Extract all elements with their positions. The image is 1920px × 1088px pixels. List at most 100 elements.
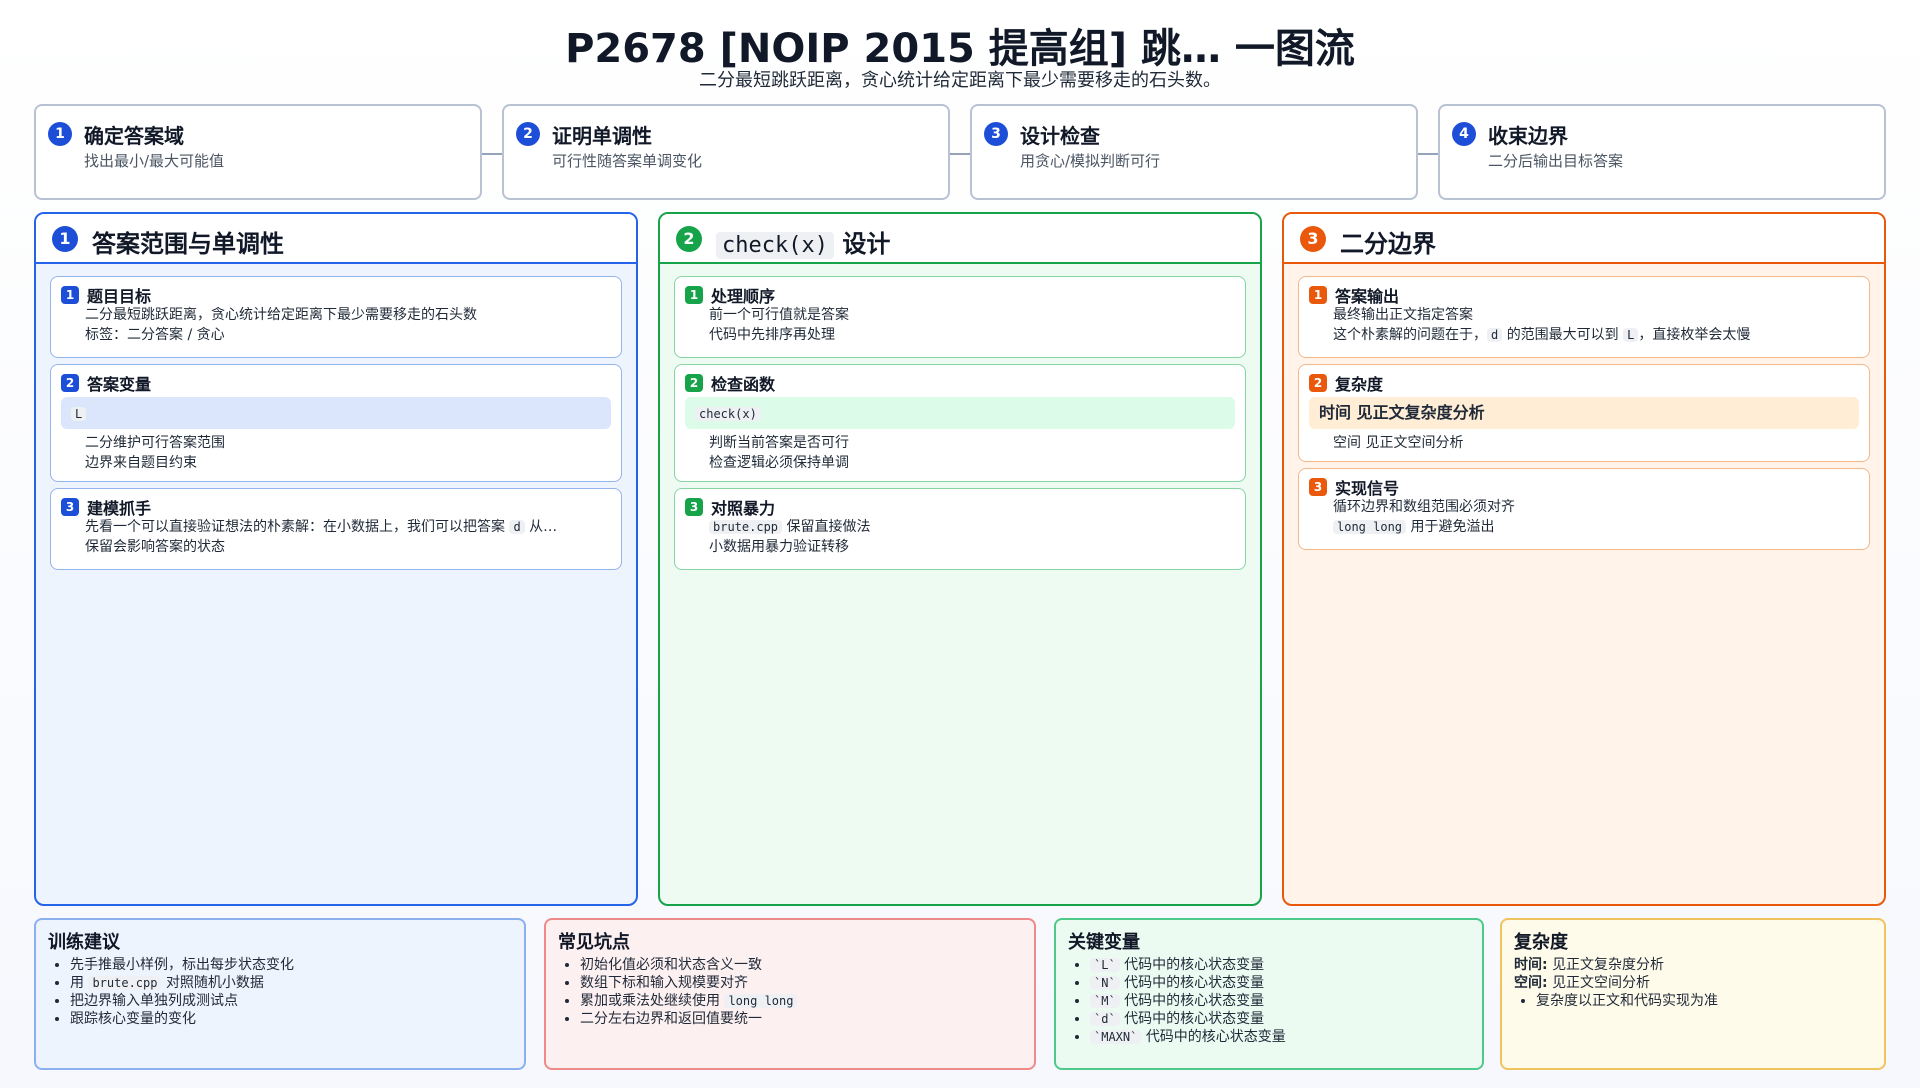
list-item: `M` 代码中的核心状态变量 (1090, 992, 1470, 1010)
card-title: 对照暴力 (711, 499, 776, 518)
list-item: 这个朴素解的问题在于，d 的范围最大可以到 L，直接枚举会太慢 (1333, 325, 1859, 345)
code-highlight: L (61, 397, 611, 429)
list-item: 标签：二分答案 / 贪心 (85, 325, 611, 345)
card-goal: 1 题目目标 二分最短跳跃距离，贪心统计给定距离下最少需要移走的石头数 标签：二分… (50, 276, 622, 358)
card-title: 复杂度 (1335, 375, 1384, 394)
code-snippet: `L` (1090, 958, 1120, 972)
card-order: 1 处理顺序 前一个可行值就是答案 代码中先排序再处理 (674, 276, 1246, 358)
step-card-2: 2 证明单调性 可行性随答案单调变化 (502, 104, 950, 200)
card-title: 建模抓手 (87, 499, 152, 518)
list-item: `d` 代码中的核心状态变量 (1090, 1010, 1470, 1028)
step-connector (950, 153, 970, 155)
panel-pitfalls: 常见坑点 初始化值必须和状态含义一致 数组下标和输入规模要对齐 累加或乘法处继续… (544, 918, 1036, 1070)
step-title: 确定答案域 (84, 124, 184, 148)
code-snippet: `M` (1090, 994, 1120, 1008)
code-snippet: check(x) (695, 407, 761, 421)
card-number-badge: 2 (685, 374, 703, 392)
code-snippet: L (71, 407, 87, 421)
code-snippet: brute.cpp (88, 976, 162, 990)
step-connector (482, 153, 502, 155)
step-number-badge: 2 (516, 122, 540, 146)
list-item: `MAXN` 代码中的核心状态变量 (1090, 1028, 1470, 1046)
list-item: 数组下标和输入规模要对齐 (580, 974, 1022, 992)
column-title: check(x) 设计 (716, 224, 890, 259)
card-title: 实现信号 (1335, 479, 1400, 498)
step-number-badge: 4 (1452, 122, 1476, 146)
code-snippet: d (1487, 328, 1503, 342)
column-title: 二分边界 (1340, 230, 1436, 258)
list-item: 代码中先排序再处理 (709, 325, 1235, 345)
card-number-badge: 3 (685, 498, 703, 516)
code-highlight: check(x) (685, 397, 1235, 429)
column-header: 2 check(x) 设计 (660, 214, 1260, 264)
card-number-badge: 1 (685, 286, 703, 304)
list-item: 小数据用暴力验证转移 (709, 537, 1235, 557)
card-answer-variable: 2 答案变量 L 二分维护可行答案范围 边界来自题目约束 (50, 364, 622, 482)
step-number-badge: 1 (48, 122, 72, 146)
panel-title: 常见坑点 (558, 932, 630, 953)
list-item: 跟踪核心变量的变化 (70, 1010, 512, 1028)
step-card-4: 4 收束边界 二分后输出目标答案 (1438, 104, 1886, 200)
card-number-badge: 3 (61, 498, 79, 516)
step-description: 用贪心/模拟判断可行 (1020, 152, 1161, 170)
column-number-badge: 3 (1300, 226, 1326, 252)
column-header: 1 答案范围与单调性 (36, 214, 636, 264)
code-snippet: long long (724, 994, 798, 1008)
panel-key-variables: 关键变量 `L` 代码中的核心状态变量 `N` 代码中的核心状态变量 `M` 代… (1054, 918, 1484, 1070)
list-item: 最终输出正文指定答案 (1333, 305, 1859, 325)
column-number-badge: 1 (52, 226, 78, 252)
card-title: 答案输出 (1335, 287, 1400, 306)
list-item: 复杂度以正文和代码实现为准 (1536, 992, 1872, 1010)
panel-title: 训练建议 (48, 932, 120, 953)
list-item: 用 brute.cpp 对照随机小数据 (70, 974, 512, 992)
list-item: `N` 代码中的核心状态变量 (1090, 974, 1470, 992)
card-number-badge: 2 (1309, 374, 1327, 392)
step-connector (1418, 153, 1438, 155)
card-title: 答案变量 (87, 375, 152, 394)
card-complexity: 2 复杂度 时间 见正文复杂度分析 空间 见正文空间分析 (1298, 364, 1870, 462)
panel-training-tips: 训练建议 先手推最小样例，标出每步状态变化 用 brute.cpp 对照随机小数… (34, 918, 526, 1070)
list-item: 累加或乘法处继续使用 long long (580, 992, 1022, 1010)
page-subtitle: 二分最短跳跃距离，贪心统计给定距离下最少需要移走的石头数。 (699, 70, 1221, 91)
code-snippet: L (1623, 328, 1639, 342)
card-brute-force: 3 对照暴力 brute.cpp 保留直接做法 小数据用暴力验证转移 (674, 488, 1246, 570)
list-item: 判断当前答案是否可行 (709, 433, 1235, 453)
list-item: 循环边界和数组范围必须对齐 (1333, 497, 1859, 517)
card-number-badge: 3 (1309, 478, 1327, 496)
code-snippet: brute.cpp (709, 520, 783, 534)
card-number-badge: 1 (1309, 286, 1327, 304)
complexity-highlight: 时间 见正文复杂度分析 (1309, 397, 1859, 429)
step-description: 二分后输出目标答案 (1488, 152, 1624, 170)
panel-title: 关键变量 (1068, 932, 1140, 953)
step-card-3: 3 设计检查 用贪心/模拟判断可行 (970, 104, 1418, 200)
column-binary-boundary: 3 二分边界 1 答案输出 最终输出正文指定答案 这个朴素解的问题在于，d 的范围… (1282, 212, 1886, 906)
card-answer-output: 1 答案输出 最终输出正文指定答案 这个朴素解的问题在于，d 的范围最大可以到 L… (1298, 276, 1870, 358)
panel-title: 复杂度 (1514, 932, 1568, 953)
card-check-function: 2 检查函数 check(x) 判断当前答案是否可行 检查逻辑必须保持单调 (674, 364, 1246, 482)
code-snippet: long long (1333, 520, 1407, 534)
card-implementation: 3 实现信号 循环边界和数组范围必须对齐 long long 用于避免溢出 (1298, 468, 1870, 550)
column-header: 3 二分边界 (1284, 214, 1884, 264)
list-item: 保留会影响答案的状态 (85, 537, 611, 557)
list-item: 二分最短跳跃距离，贪心统计给定距离下最少需要移走的石头数 (85, 305, 611, 325)
card-title: 检查函数 (711, 375, 776, 394)
card-modeling: 3 建模抓手 先看一个可以直接验证想法的朴素解：在小数据上，我们可以把答案 d 从… (50, 488, 622, 570)
column-title: 答案范围与单调性 (92, 230, 284, 258)
code-snippet: `MAXN` (1090, 1030, 1142, 1044)
card-number-badge: 2 (61, 374, 79, 392)
column-number-badge: 2 (676, 226, 702, 252)
space-complexity: 空间: 见正文空间分析 (1514, 975, 1651, 991)
code-snippet: `N` (1090, 976, 1120, 990)
card-number-badge: 1 (61, 286, 79, 304)
card-title: 处理顺序 (711, 287, 776, 306)
step-title: 证明单调性 (552, 124, 652, 148)
list-item: 先手推最小样例，标出每步状态变化 (70, 956, 512, 974)
code-snippet: `d` (1090, 1012, 1120, 1026)
list-item: 先看一个可以直接验证想法的朴素解：在小数据上，我们可以把答案 d 从… (85, 517, 611, 537)
code-snippet: d (509, 520, 525, 534)
list-item: 初始化值必须和状态含义一致 (580, 956, 1022, 974)
list-item: 二分维护可行答案范围 (85, 433, 611, 453)
list-item: 空间 见正文空间分析 (1333, 433, 1859, 453)
list-item: 边界来自题目约束 (85, 453, 611, 473)
step-description: 可行性随答案单调变化 (552, 152, 703, 170)
